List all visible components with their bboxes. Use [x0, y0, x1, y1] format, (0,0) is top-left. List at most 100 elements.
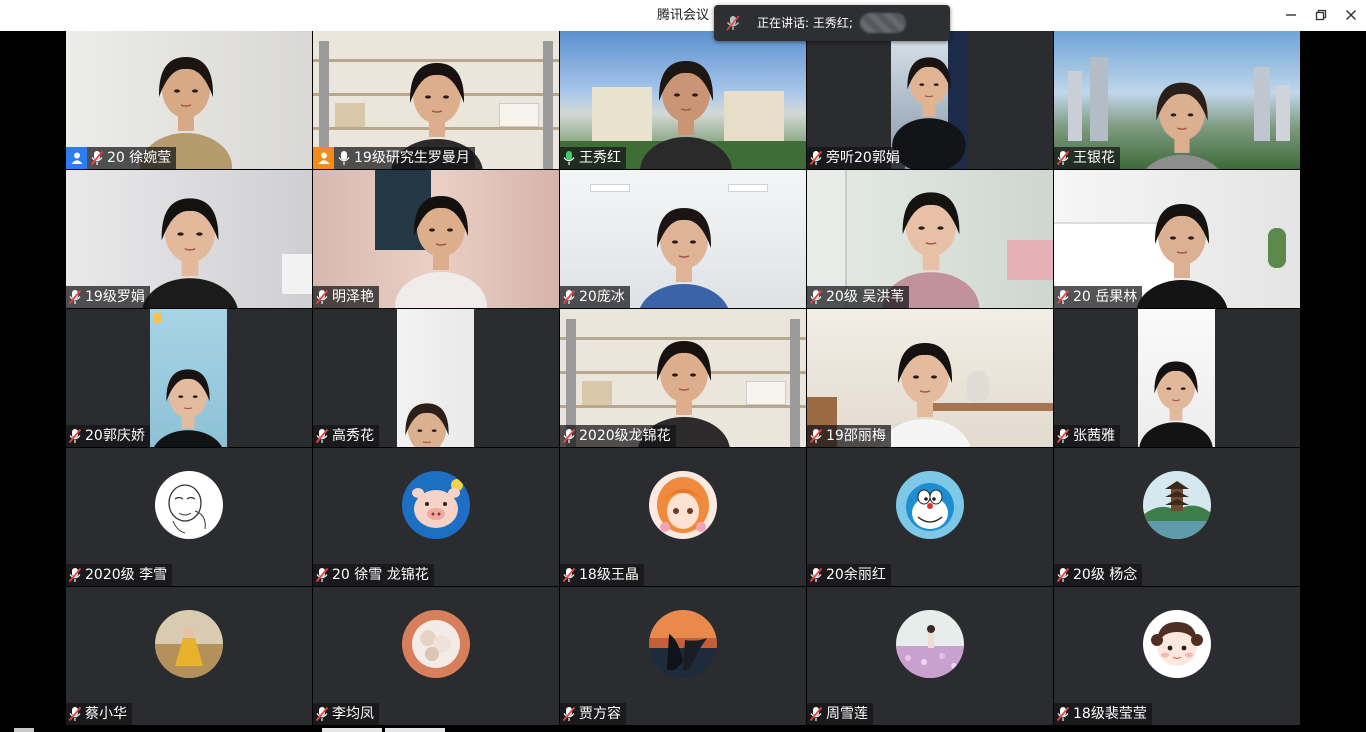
avatar [155, 610, 223, 678]
muted-mic-icon [68, 289, 82, 305]
participant-name-bar: 2020级 李雪 [66, 564, 173, 586]
participant-tile[interactable]: 旁听20郭娟 [807, 31, 1053, 169]
blurred-name [860, 13, 906, 33]
participant-name-bar: 19级研究生罗曼月 [313, 147, 475, 169]
participant-tile[interactable]: 20 徐雪 龙锦花 [313, 448, 559, 586]
participant-name-bar: 2020级龙锦花 [560, 425, 676, 447]
participant-tile[interactable]: 18级裴莹莹 [1054, 587, 1300, 725]
participant-name: 20级 杨念 [1073, 567, 1138, 583]
muted-mic-icon [809, 706, 823, 722]
participant-tile[interactable]: 20 徐婉莹 [66, 31, 312, 169]
participant-tile[interactable]: 20 岳果林 [1054, 170, 1300, 308]
participant-name-bar: 20级 吴洪苇 [807, 286, 910, 308]
muted-mic-icon [562, 567, 576, 583]
participant-tile[interactable]: 20郭庆娇 [66, 309, 312, 447]
muted-mic-icon [726, 15, 740, 31]
muted-mic-icon [315, 706, 329, 722]
participant-name: 20庞冰 [579, 289, 625, 305]
participant-name-bar: 20余丽红 [807, 564, 891, 586]
muted-mic-icon [1056, 289, 1070, 305]
muted-mic-icon [68, 567, 82, 583]
participant-tile[interactable]: 李均凤 [313, 587, 559, 725]
avatar [649, 610, 717, 678]
avatar [402, 610, 470, 678]
participant-tile[interactable]: 王银花 [1054, 31, 1300, 169]
person-figure [1139, 361, 1213, 447]
participant-name-bar: 旁听20郭娟 [807, 147, 905, 169]
participant-tile[interactable]: 20级 吴洪苇 [807, 170, 1053, 308]
participant-tile[interactable]: 2020级 李雪 [66, 448, 312, 586]
speaking-label: 正在讲话: 王秀红; [757, 16, 853, 30]
muted-mic-icon [1056, 706, 1070, 722]
participant-tile[interactable]: 张茜雅 [1054, 309, 1300, 447]
participant-tile[interactable]: 20级 杨念 [1054, 448, 1300, 586]
participant-name: 2020级 李雪 [85, 567, 168, 583]
mic-icon [338, 151, 350, 165]
participant-name: 20余丽红 [826, 567, 886, 583]
participant-name-bar: 20 徐雪 龙锦花 [313, 564, 434, 586]
participant-name: 旁听20郭娟 [826, 150, 900, 166]
restore-icon [1315, 9, 1327, 21]
host-badge [313, 147, 334, 169]
avatar [649, 471, 717, 539]
muted-mic-icon [68, 428, 82, 444]
participant-name: 18级王晶 [579, 567, 639, 583]
participant-name-bar: 20庞冰 [560, 286, 630, 308]
participant-name-bar: 20郭庆娇 [66, 425, 150, 447]
avatar [896, 610, 964, 678]
muted-mic-icon [809, 150, 823, 166]
participant-tile[interactable]: 明泽艳 [313, 170, 559, 308]
participant-tile[interactable]: 19邵丽梅 [807, 309, 1053, 447]
participant-tile[interactable]: 蔡小华 [66, 587, 312, 725]
close-button[interactable] [1340, 4, 1362, 26]
participant-name-bar: 王银花 [1054, 147, 1120, 169]
participant-name: 贾方容 [579, 706, 621, 722]
muted-mic-icon [315, 289, 329, 305]
participant-tile[interactable]: 2020级龙锦花 [560, 309, 806, 447]
participant-name-bar: 蔡小华 [66, 703, 132, 725]
participant-name: 19邵丽梅 [826, 428, 886, 444]
avatar [1143, 471, 1211, 539]
participant-name: 周雪莲 [826, 706, 868, 722]
participant-name-bar: 贾方容 [560, 703, 626, 725]
participant-tile[interactable]: 王秀红 [560, 31, 806, 169]
participant-name-bar: 明泽艳 [313, 286, 379, 308]
participant-name: 19级罗娟 [85, 289, 145, 305]
user-icon [71, 152, 82, 164]
muted-mic-icon [1056, 150, 1070, 166]
muted-mic-icon [1056, 428, 1070, 444]
close-icon [1346, 10, 1356, 20]
participant-tile[interactable]: 周雪莲 [807, 587, 1053, 725]
participant-name-bar: 19级罗娟 [66, 286, 150, 308]
participant-tile[interactable]: 20庞冰 [560, 170, 806, 308]
participant-tile[interactable]: 高秀花 [313, 309, 559, 447]
participant-name: 20 徐婉莹 [107, 150, 172, 166]
participant-tile[interactable]: 18级王晶 [560, 448, 806, 586]
active-mic-icon [563, 151, 575, 165]
taskbar-item[interactable] [322, 728, 382, 732]
user-icon [318, 152, 329, 164]
participant-tile[interactable]: 贾方容 [560, 587, 806, 725]
muted-mic-icon [1056, 567, 1070, 583]
minimize-button[interactable] [1280, 4, 1302, 26]
participant-name: 20 徐雪 龙锦花 [332, 567, 429, 583]
muted-mic-icon [68, 706, 82, 722]
participant-tile[interactable]: 19级研究生罗曼月 [313, 31, 559, 169]
muted-mic-icon [562, 289, 576, 305]
participant-tile[interactable]: 20余丽红 [807, 448, 1053, 586]
participant-name: 李均凤 [332, 706, 374, 722]
participant-name-bar: 李均凤 [313, 703, 379, 725]
participant-name: 张茜雅 [1073, 428, 1115, 444]
participant-name-bar: 王秀红 [560, 147, 626, 169]
muted-mic-icon [809, 567, 823, 583]
participant-tile[interactable]: 19级罗娟 [66, 170, 312, 308]
muted-mic-icon [315, 428, 329, 444]
app-title: 腾讯会议 [657, 8, 710, 23]
participant-name-bar: 高秀花 [313, 425, 379, 447]
restore-button[interactable] [1310, 4, 1332, 26]
taskbar-item[interactable] [14, 728, 34, 732]
taskbar-item[interactable] [385, 728, 445, 732]
participant-name: 王秀红 [579, 150, 621, 166]
participant-video [397, 309, 474, 447]
title-bar: 腾讯会议 [0, 0, 1366, 31]
